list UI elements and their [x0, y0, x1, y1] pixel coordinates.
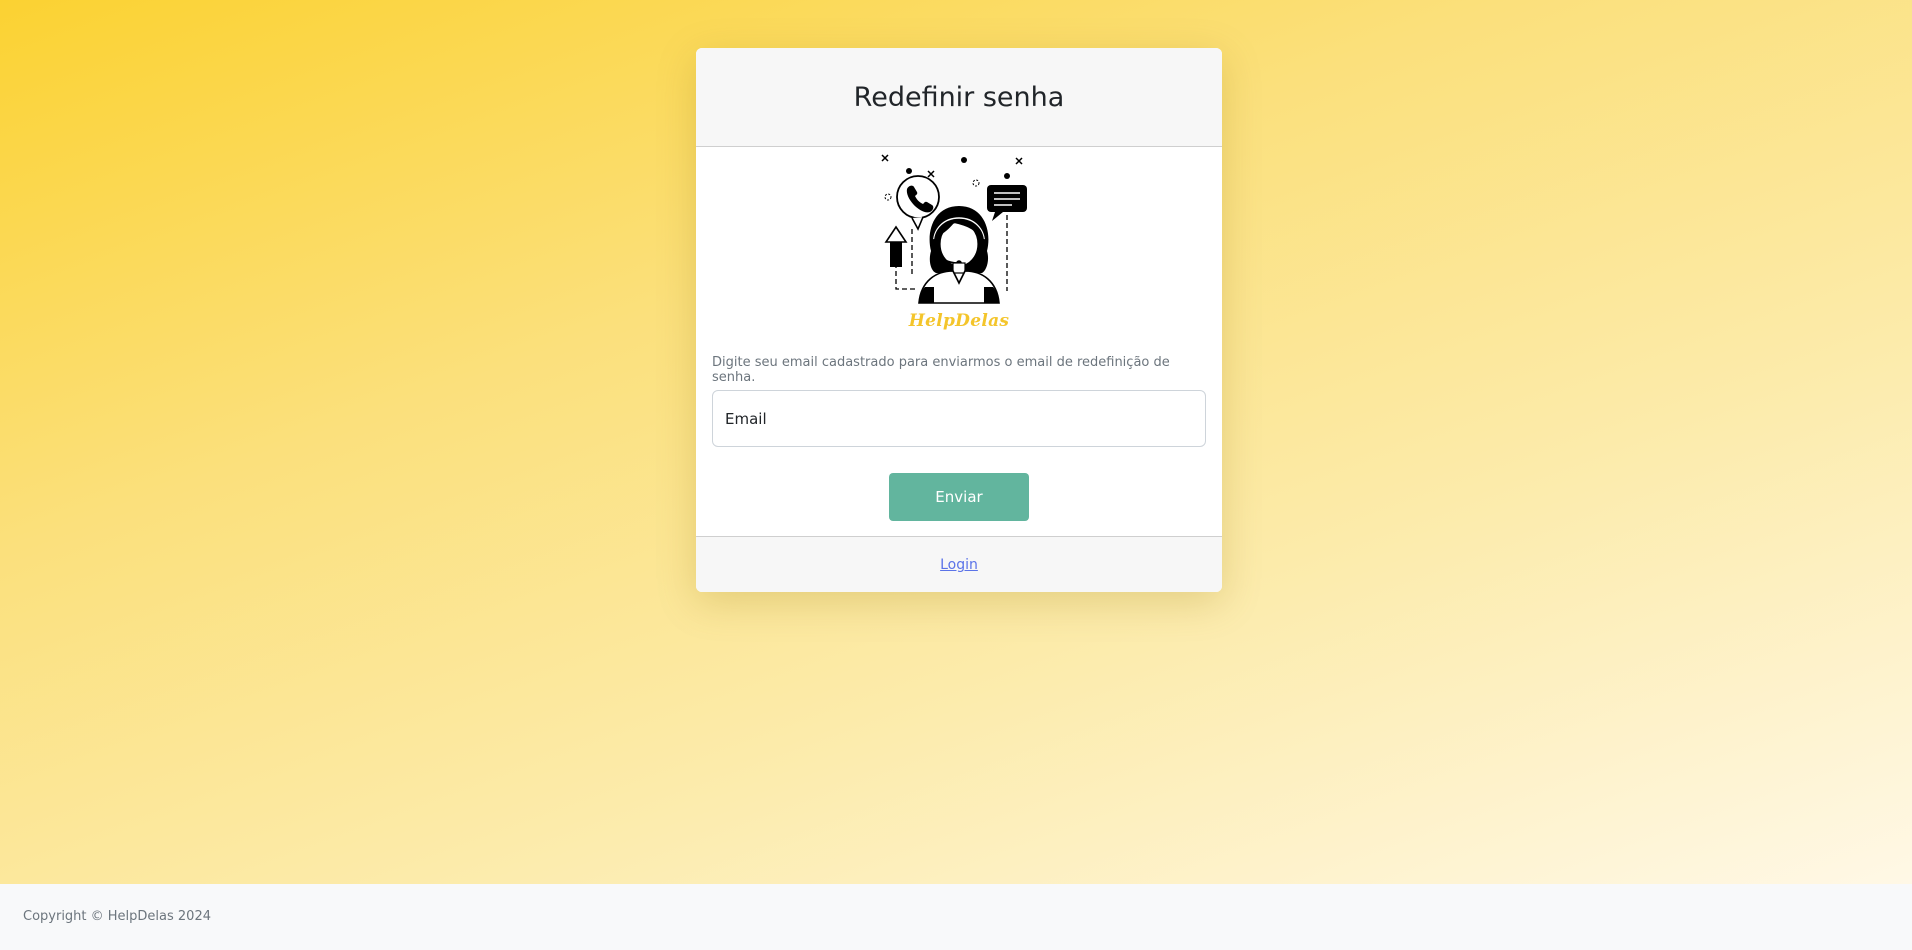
card-body: HelpDelas Digite seu email cadastrado pa…: [696, 147, 1222, 536]
card-header: Redefinir senha: [696, 48, 1222, 147]
card-footer: Login: [696, 536, 1222, 592]
site-footer: Copyright © HelpDelas 2024: [0, 884, 1912, 950]
email-field[interactable]: [712, 390, 1206, 447]
support-agent-headset-icon: [881, 154, 1027, 304]
page: Redefinir senha HelpDelas Digite seu ema…: [0, 0, 1912, 950]
instructions-text: Digite seu email cadastrado para enviarm…: [712, 355, 1170, 385]
login-link[interactable]: Login: [940, 557, 978, 573]
submit-button[interactable]: Enviar: [889, 473, 1029, 521]
page-title: Redefinir senha: [853, 81, 1065, 113]
copyright-text: Copyright © HelpDelas 2024: [23, 909, 211, 924]
reset-password-card: Redefinir senha HelpDelas Digite seu ema…: [696, 48, 1222, 592]
brand-logo-text: HelpDelas: [908, 311, 1010, 331]
